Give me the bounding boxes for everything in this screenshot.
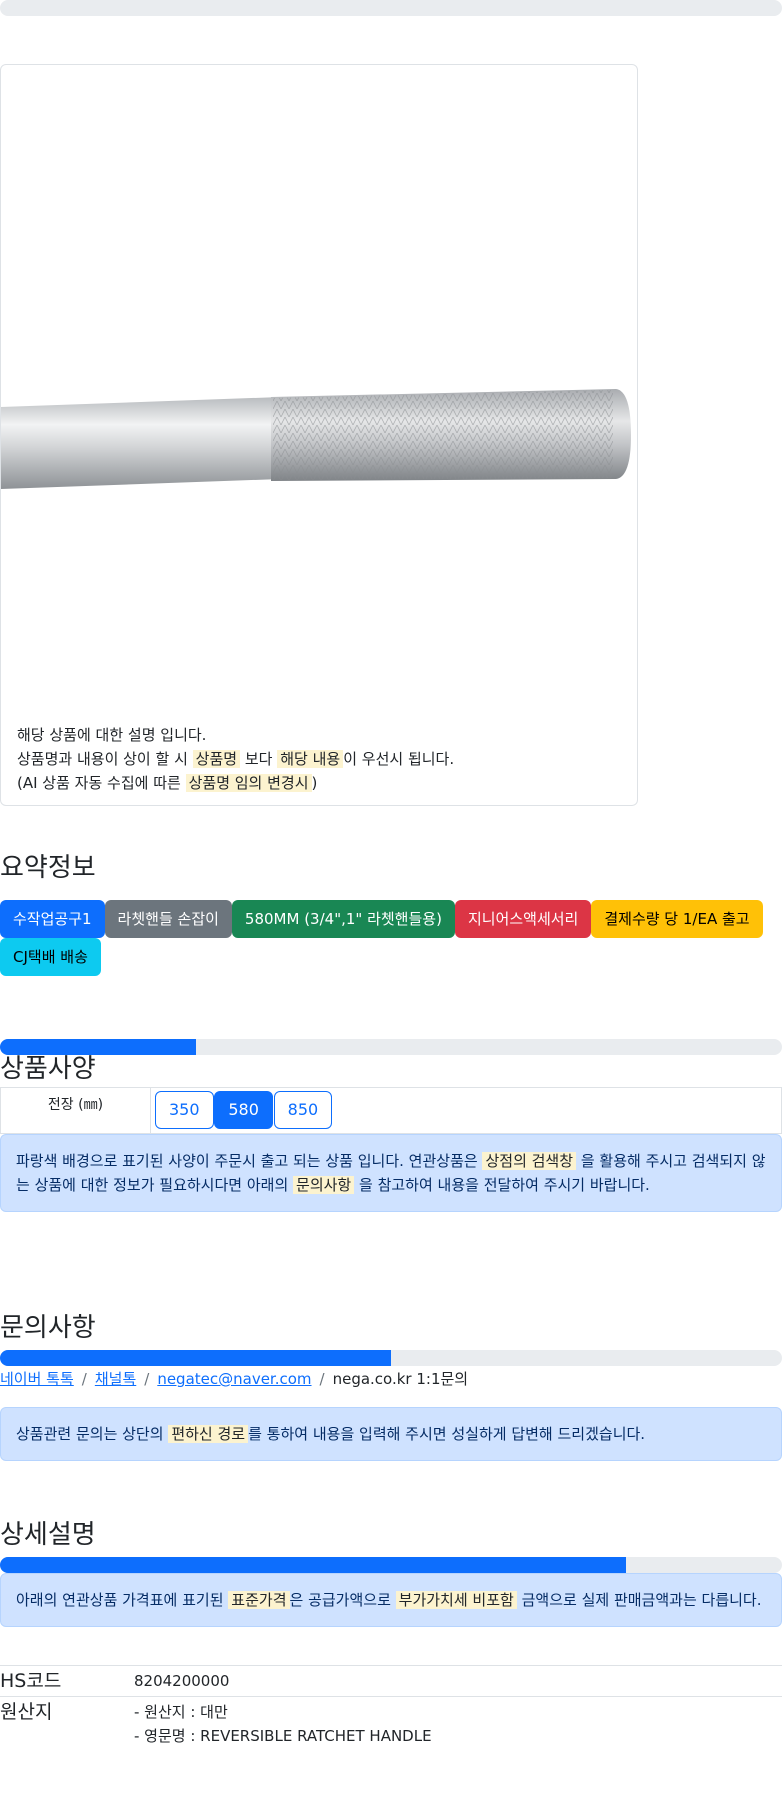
badge-brand: 지니어스액세서리	[454, 900, 592, 938]
highlight-standard-price: 표준가격	[228, 1591, 290, 1609]
highlight-inquiry: 문의사항	[293, 1176, 355, 1194]
table-row: 원산지 - 원산지 : 대만 - 영문명 : REVERSIBLE RATCHE…	[0, 1696, 782, 1748]
spec-label: 전장 (㎜)	[0, 1087, 151, 1134]
origin-value: - 원산지 : 대만 - 영문명 : REVERSIBLE RATCHET HA…	[134, 1696, 782, 1748]
detail-notice: 아래의 연관상품 가격표에 표기된 표준가격 은 공급가액으로 부가가치세 비포함…	[0, 1573, 782, 1627]
inquiry-links: 네이버 톡톡 / 채널톡 / negatec@naver.com / nega.co.kr …	[0, 1366, 782, 1392]
site-inquiry: nega.co.kr 1:1문의	[332, 1370, 469, 1388]
top-progress-bar	[0, 0, 782, 16]
spec-option-350[interactable]: 350	[155, 1091, 214, 1129]
text: 은 공급가액으로	[289, 1591, 391, 1609]
summary-badges: 수작업공구1 라쳇핸들 손잡이 580MM (3/4",1" 라쳇핸들용) 지니…	[0, 900, 782, 976]
product-image-card: 해당 상품에 대한 설명 입니다. 상품명과 내용이 상이 할 시 상품명 보다…	[0, 64, 638, 806]
description-line-3: (AI 상품 자동 수집에 따른 상품명 임의 변경시)	[17, 771, 454, 795]
hs-code-label: HS코드	[0, 1665, 134, 1697]
origin-country: - 원산지 : 대만	[134, 1703, 228, 1721]
link-naver-talk[interactable]: 네이버 톡톡	[0, 1370, 74, 1388]
highlight-content: 해당 내용	[277, 750, 344, 768]
text: 이 우선시 됩니다.	[343, 750, 455, 768]
detail-title: 상세설명	[0, 1520, 96, 1550]
text: 를 통하여 내용을 입력해 주시면 성실하게 답변해 드리겠습니다.	[248, 1425, 646, 1443]
description-line-2: 상품명과 내용이 상이 할 시 상품명 보다 해당 내용 이 우선시 됩니다.	[17, 747, 454, 771]
inquiry-title: 문의사항	[0, 1313, 96, 1343]
text: 을 참고하여 내용을 전달하여 주시기 바랍니다.	[359, 1176, 650, 1194]
link-email[interactable]: negatec@naver.com	[157, 1370, 311, 1388]
product-info-table: HS코드 8204200000 원산지 - 원산지 : 대만 - 영문명 : R…	[0, 1665, 782, 1748]
summary-section: 요약정보 수작업공구1 라쳇핸들 손잡이 580MM (3/4",1" 라쳇핸들…	[0, 850, 782, 976]
text: 아래의 연관상품 가격표에 표기된	[16, 1591, 224, 1609]
highlight-vat: 부가가치세 비포함	[395, 1591, 517, 1609]
spec-section: 상품사양 전장 (㎜) 350 580 850 파랑색 배경으로 표기된 사양이…	[0, 1039, 782, 1212]
english-name: - 영문명 : REVERSIBLE RATCHET HANDLE	[134, 1727, 432, 1745]
hs-code-value: 8204200000	[134, 1665, 782, 1697]
separator: /	[319, 1370, 325, 1388]
table-row: HS코드 8204200000	[0, 1665, 782, 1697]
highlight-rename: 상품명 임의 변경시	[185, 774, 312, 792]
spec-option-850[interactable]: 850	[273, 1091, 333, 1129]
spec-option-580[interactable]: 580	[214, 1091, 273, 1129]
text: 상품관련 문의는 상단의	[16, 1425, 164, 1443]
link-channel-talk[interactable]: 채널톡	[95, 1370, 136, 1388]
spec-title: 상품사양	[0, 1054, 96, 1084]
spec-options: 350 580 850	[150, 1087, 782, 1134]
highlight-search: 상점의 검색창	[482, 1152, 577, 1170]
separator: /	[81, 1370, 87, 1388]
badge-quantity: 결제수량 당 1/EA 출고	[591, 900, 763, 938]
summary-title: 요약정보	[0, 853, 96, 883]
inquiry-section: 문의사항 네이버 톡톡 / 채널톡 / negatec@naver.com / nega.c…	[0, 1310, 782, 1461]
detail-section: 상세설명 아래의 연관상품 가격표에 표기된 표준가격 은 공급가액으로 부가가치…	[0, 1517, 782, 1627]
text: 상품명과 내용이 상이 할 시	[17, 750, 188, 768]
separator: /	[144, 1370, 150, 1388]
text: 보다	[244, 750, 273, 768]
badge-category: 수작업공구1	[0, 900, 105, 938]
spec-table: 전장 (㎜) 350 580 850	[0, 1087, 782, 1134]
highlight-product-name: 상품명	[192, 750, 241, 768]
detail-progress-bar	[0, 1557, 782, 1573]
spec-notice: 파랑색 배경으로 표기된 사양이 주문시 출고 되는 상품 입니다. 연관상품은…	[0, 1134, 782, 1212]
text: )	[311, 774, 318, 792]
inquiry-progress-bar	[0, 1350, 782, 1366]
description-line-1: 해당 상품에 대한 설명 입니다.	[17, 726, 207, 744]
origin-label: 원산지	[0, 1696, 134, 1748]
text: 금액으로 실제 판매금액과는 다릅니다.	[521, 1591, 762, 1609]
highlight-route: 편하신 경로	[168, 1425, 249, 1443]
text: 파랑색 배경으로 표기된 사양이 주문시 출고 되는 상품 입니다. 연관상품은	[16, 1152, 478, 1170]
inquiry-notice: 상품관련 문의는 상단의 편하신 경로 를 통하여 내용을 입력해 주시면 성실하…	[0, 1407, 782, 1461]
product-description: 해당 상품에 대한 설명 입니다. 상품명과 내용이 상이 할 시 상품명 보다…	[17, 723, 454, 795]
badge-shipping: CJ택배 배송	[0, 938, 101, 976]
product-image	[1, 389, 631, 489]
text: (AI 상품 자동 수집에 따른	[17, 774, 181, 792]
badge-size: 580MM (3/4",1" 라쳇핸들용)	[231, 900, 455, 938]
badge-type: 라쳇핸들 손잡이	[104, 900, 232, 938]
